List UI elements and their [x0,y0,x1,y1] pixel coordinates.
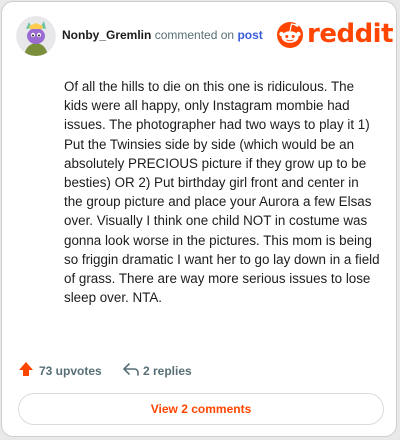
comment-header: Nonby_Gremlin commented on post reddit [16,16,394,56]
username[interactable]: Nonby_Gremlin [62,28,151,42]
replies-button[interactable]: 2 replies [122,360,212,380]
reddit-snoo-icon [277,22,303,48]
reddit-logo: reddit [276,18,394,50]
snoo-avatar-icon [16,16,56,56]
comment-card: Nonby_Gremlin commented on post reddit O… [1,1,397,437]
reply-count: 2 replies [143,364,192,378]
upvote-arrow-icon [19,362,33,376]
post-link[interactable]: post [237,28,262,42]
view-comments-button[interactable]: View 2 comments [18,393,384,425]
upvote-button[interactable]: 73 upvotes [18,360,118,380]
reddit-wordmark: reddit [307,19,394,49]
upvote-count: 73 upvotes [39,364,102,378]
comment-body: Of all the hills to die on this one is r… [64,79,380,306]
user-avatar[interactable] [16,16,56,56]
comment-byline: Nonby_Gremlin commented on post [62,28,263,42]
reply-arrow-icon [123,363,139,376]
commented-on-label: commented on [154,28,235,42]
